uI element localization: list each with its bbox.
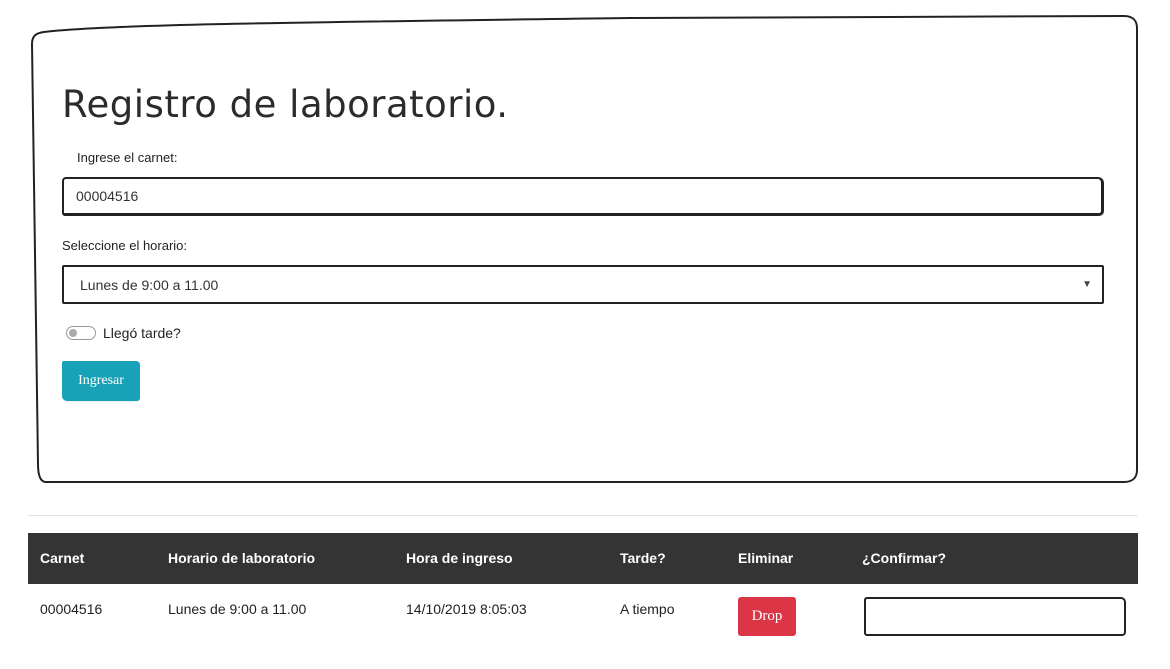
cell-carnet: 00004516 [40,601,103,617]
carnet-label: Ingrese el carnet: [77,150,178,165]
horario-select[interactable]: Lunes de 9:00 a 11.00 ▼ [62,265,1104,304]
records-table: Carnet Horario de laboratorio Hora de in… [28,533,1138,644]
confirm-input[interactable] [864,597,1126,636]
header-confirmar: ¿Confirmar? [862,550,946,566]
section-divider [28,515,1138,516]
header-hora-ingreso: Hora de ingreso [406,550,513,566]
page-title: Registro de laboratorio. [62,83,509,126]
toggle-knob [69,329,77,337]
carnet-input[interactable] [62,177,1104,216]
header-tarde: Tarde? [620,550,666,566]
header-horario: Horario de laboratorio [168,550,316,566]
header-eliminar: Eliminar [738,550,794,566]
cell-horario: Lunes de 9:00 a 11.00 [168,601,307,617]
cell-tarde: A tiempo [620,601,675,617]
header-carnet: Carnet [40,550,85,566]
table-header: Carnet Horario de laboratorio Hora de in… [28,533,1138,584]
drop-button[interactable]: Drop [738,597,796,636]
late-toggle-label: Llegó tarde? [103,325,181,341]
horario-label: Seleccione el horario: [62,238,188,253]
cell-hora-ingreso: 14/10/2019 8:05:03 [406,601,527,617]
submit-button[interactable]: Ingresar [62,361,140,401]
late-toggle[interactable] [66,326,96,340]
horario-selected-value: Lunes de 9:00 a 11.00 [80,277,219,293]
chevron-down-icon: ▼ [1082,279,1092,290]
